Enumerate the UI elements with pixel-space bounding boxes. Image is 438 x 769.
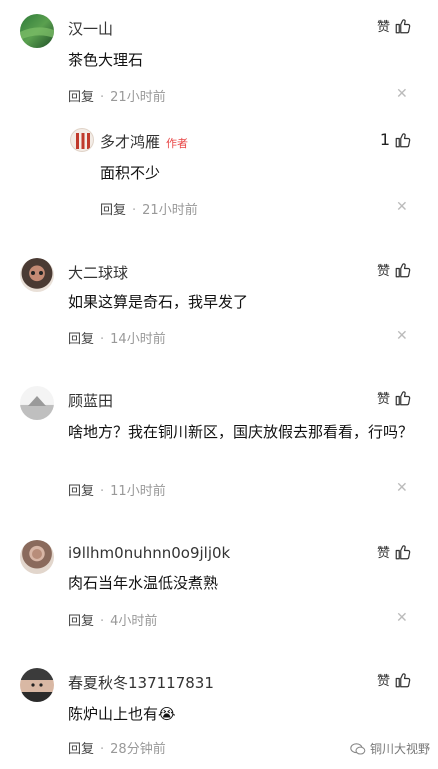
reply-button[interactable]: 回复 [68,614,94,629]
comment-text: 陈炉山上也有😭 [68,705,176,723]
separator-dot: · [100,484,105,499]
comment-item: 汉一山 赞 茶色大理石 回复 · 21小时前 ✕ [0,0,438,120]
close-icon[interactable]: ✕ [396,480,408,496]
reply-button[interactable]: 回复 [68,332,94,347]
comment-text: 茶色大理石 [68,51,144,69]
comment-time: 11小时前 [110,484,166,499]
comment-time: 4小时前 [110,614,158,629]
avatar[interactable] [20,386,54,420]
comment-text: 肉石当年水温低没煮熟 [68,574,219,592]
thumbs-up-icon [395,544,411,559]
like-label: 赞 [376,674,390,689]
separator-dot: · [132,203,137,218]
like-label: 赞 [376,392,390,407]
separator-dot: · [100,614,105,629]
close-icon[interactable]: ✕ [396,328,408,344]
comment-text: 啥地方？我在铜川新区，国庆放假去那看看，行吗？ [68,423,414,441]
reply-button[interactable]: 回复 [100,203,126,218]
avatar[interactable] [20,14,54,48]
thumbs-up-icon [395,132,411,147]
avatar-image [32,549,42,559]
thumbs-up-icon [395,390,411,405]
avatar[interactable] [20,540,54,574]
like-button[interactable]: 赞 [377,388,412,407]
comment-meta: 回复 · 21小时前 [68,86,166,105]
thumbs-up-icon [395,262,411,277]
avatar[interactable] [70,128,94,152]
close-icon[interactable]: ✕ [396,199,408,215]
comment-meta: 回复 · 21小时前 [100,199,198,218]
reply-button[interactable]: 回复 [68,90,94,105]
avatar-image [31,683,43,687]
comment-username[interactable]: 春夏秋冬137117831 [68,672,214,693]
username-text: 多才鸿雁 [100,133,161,151]
comment-meta: 回复 · 11小时前 [68,480,166,499]
separator-dot: · [100,332,105,347]
comment-meta: 回复 · 14小时前 [68,328,166,347]
comment-time: 28分钟前 [110,742,166,757]
thumbs-up-icon [395,672,411,687]
comment-meta: 回复 · 28分钟前 [68,738,166,757]
like-button[interactable]: 赞 [377,670,412,689]
author-badge: 作者 [166,137,189,150]
watermark: 铜川大视野 [350,740,430,757]
close-icon[interactable]: ✕ [396,86,408,102]
comment-item: i9llhm0nuhnn0o9jlj0k 赞 肉石当年水温低没煮熟 回复 · 4小时… [0,530,438,640]
comment-time: 21小时前 [110,90,166,105]
watermark-text: 铜川大视野 [369,742,430,756]
comment-username[interactable]: 多才鸿雁 作者 [100,131,188,152]
comment-username[interactable]: 汉一山 [68,18,113,39]
comment-item: 大二球球 赞 如果这算是奇石，我早发了 回复 · 14小时前 ✕ [0,248,438,358]
avatar-image [28,396,46,406]
like-count: 1 [379,130,390,149]
comment-item: 顾蓝田 赞 啥地方？我在铜川新区，国庆放假去那看看，行吗？ 回复 · 11小时前 ✕ [0,378,438,508]
comment-meta: 回复 · 4小时前 [68,610,157,629]
reply-button[interactable]: 回复 [68,484,94,499]
comment-time: 14小时前 [110,332,166,347]
reply-item: 多才鸿雁 作者 1 面积不少 回复 · 21小时前 ✕ [0,120,438,230]
separator-dot: · [100,90,105,105]
comment-text: 面积不少 [100,164,161,182]
comment-text: 如果这算是奇石，我早发了 [68,293,249,311]
comment-time: 21小时前 [142,203,198,218]
like-button[interactable]: 1 [380,130,412,149]
thumbs-up-icon [395,18,411,33]
avatar-image [76,133,90,149]
reply-button[interactable]: 回复 [68,742,94,757]
comment-username[interactable]: i9llhm0nuhnn0o9jlj0k [68,544,230,562]
like-button[interactable]: 赞 [377,260,412,279]
avatar-image [31,271,43,275]
separator-dot: · [100,742,105,757]
like-label: 赞 [376,546,390,561]
comment-username[interactable]: 顾蓝田 [68,390,113,411]
avatar[interactable] [20,668,54,702]
close-icon[interactable]: ✕ [396,610,408,626]
like-button[interactable]: 赞 [377,16,412,35]
avatar-image [20,27,54,40]
avatar[interactable] [20,258,54,292]
wechat-icon [350,742,366,755]
like-label: 赞 [376,20,390,35]
like-button[interactable]: 赞 [377,542,412,561]
comment-username[interactable]: 大二球球 [68,262,128,283]
like-label: 赞 [376,264,390,279]
